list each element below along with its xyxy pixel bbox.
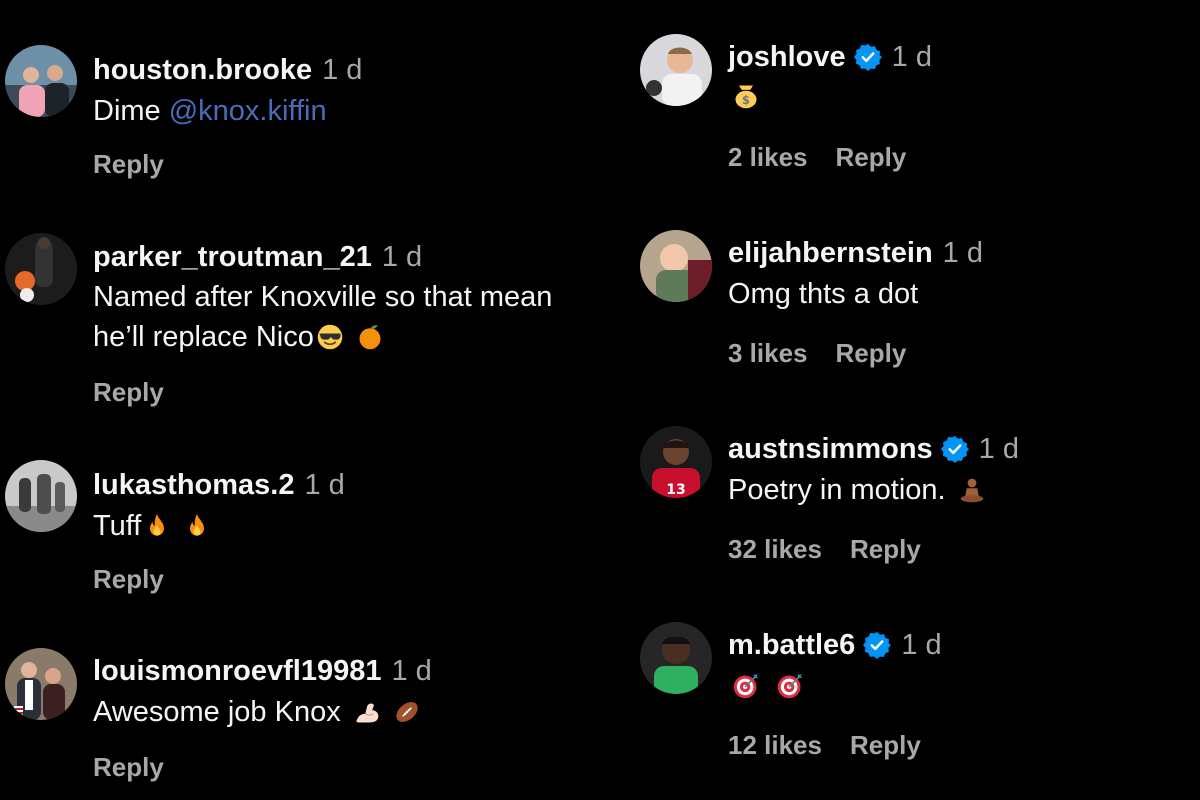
money-bag-emoji: $ (732, 82, 760, 110)
comment-body: m.battle6 1 d (728, 628, 942, 706)
tangerine-emoji (356, 323, 384, 351)
avatar[interactable] (5, 460, 77, 532)
like-count[interactable]: 12 likes (728, 730, 822, 760)
mention-link[interactable]: @knox.kiffin (169, 95, 327, 127)
username[interactable]: m.battle6 (728, 628, 855, 662)
reply-button[interactable]: Reply (93, 752, 164, 782)
comment-body: louismonroevfl19981 1 d Awesome job Knox (93, 654, 432, 732)
reply-button[interactable]: Reply (850, 730, 921, 760)
timestamp: 1 d (322, 54, 363, 86)
avatar[interactable] (640, 34, 712, 106)
comment-body: joshlove 1 d $ (728, 40, 932, 116)
comment-actions: 2 likes Reply (728, 142, 906, 173)
comment-text (728, 666, 942, 706)
comment-text-content: Tuff (93, 510, 142, 542)
username[interactable]: parker_troutman_21 (93, 240, 372, 274)
comment-text: Omg thts a dot (728, 274, 983, 314)
comment-actions: Reply (93, 564, 164, 595)
username[interactable]: louismonroevfl19981 (93, 654, 382, 688)
reply-button[interactable]: Reply (93, 377, 164, 407)
timestamp: 1 d (942, 237, 983, 269)
fire-emoji (183, 512, 211, 540)
comment-text: Named after Knoxville so that mean he’ll… (93, 277, 552, 357)
svg-text:$: $ (742, 93, 750, 107)
reply-button[interactable]: Reply (93, 149, 164, 179)
comment-body: houston.brooke 1 d Dime @knox.kiffin (93, 53, 362, 131)
comment-text: Awesome job Knox (93, 692, 432, 732)
comment-actions: Reply (93, 377, 164, 408)
direct-hit-emoji (732, 672, 760, 700)
username[interactable]: joshlove (728, 40, 846, 74)
avatar[interactable] (640, 230, 712, 302)
comment-body: austnsimmons 1 d Poetry in motion. (728, 432, 1019, 510)
comment-text-content: Dime (93, 95, 169, 127)
comment-text: Dime @knox.kiffin (93, 91, 362, 131)
username[interactable]: houston.brooke (93, 53, 312, 87)
avatar[interactable] (640, 622, 712, 694)
reply-button[interactable]: Reply (850, 534, 921, 564)
like-count[interactable]: 3 likes (728, 338, 808, 368)
avatar[interactable]: 13 (640, 426, 712, 498)
comment-body: parker_troutman_21 1 d Named after Knoxv… (93, 240, 552, 357)
reply-button[interactable]: Reply (836, 142, 907, 172)
comment-text-line-2-row: he’ll replace Nico (93, 317, 552, 357)
comment-actions: Reply (93, 752, 164, 783)
comment-body: elijahbernstein 1 d Omg thts a dot (728, 236, 983, 314)
timestamp: 1 d (891, 41, 932, 73)
comment-text: $ (728, 76, 932, 116)
comment-text-content: Poetry in motion. (728, 474, 946, 506)
person-meditating-emoji (958, 476, 986, 504)
comment-body: lukasthomas.2 1 d Tuff (93, 468, 345, 546)
username[interactable]: austnsimmons (728, 432, 933, 466)
like-count[interactable]: 32 likes (728, 534, 822, 564)
timestamp: 1 d (391, 655, 432, 687)
direct-hit-emoji (776, 672, 804, 700)
reply-button[interactable]: Reply (93, 564, 164, 594)
comment-actions: 3 likes Reply (728, 338, 906, 369)
comment-text: Poetry in motion. (728, 470, 1019, 510)
flexed-biceps-emoji (353, 698, 381, 726)
comment-text: Tuff (93, 506, 345, 546)
avatar[interactable] (5, 45, 77, 117)
verified-badge-icon (863, 631, 891, 659)
comment-text-content: Omg thts a dot (728, 278, 919, 310)
timestamp: 1 d (381, 241, 423, 273)
timestamp: 1 d (901, 629, 942, 661)
svg-text:13: 13 (666, 482, 685, 498)
comment-actions: 32 likes Reply (728, 534, 921, 565)
username[interactable]: lukasthomas.2 (93, 468, 294, 502)
fire-emoji (143, 512, 171, 540)
timestamp: 1 d (978, 433, 1019, 465)
verified-badge-icon (941, 435, 969, 463)
username[interactable]: elijahbernstein (728, 236, 933, 270)
timestamp: 1 d (304, 469, 345, 501)
like-count[interactable]: 2 likes (728, 142, 808, 172)
football-emoji (393, 698, 421, 726)
comment-actions: 12 likes Reply (728, 730, 921, 761)
comment-text-line-2: he’ll replace Nico (93, 321, 314, 353)
comment-text-line-1: Named after Knoxville so that mean (93, 281, 553, 313)
sunglasses-smile-emoji (316, 323, 344, 351)
comment-actions: Reply (93, 149, 164, 180)
reply-button[interactable]: Reply (836, 338, 907, 368)
comment-text-content: Awesome job Knox (93, 696, 341, 728)
avatar[interactable] (5, 233, 77, 305)
verified-badge-icon (854, 43, 882, 71)
avatar[interactable] (5, 648, 77, 720)
